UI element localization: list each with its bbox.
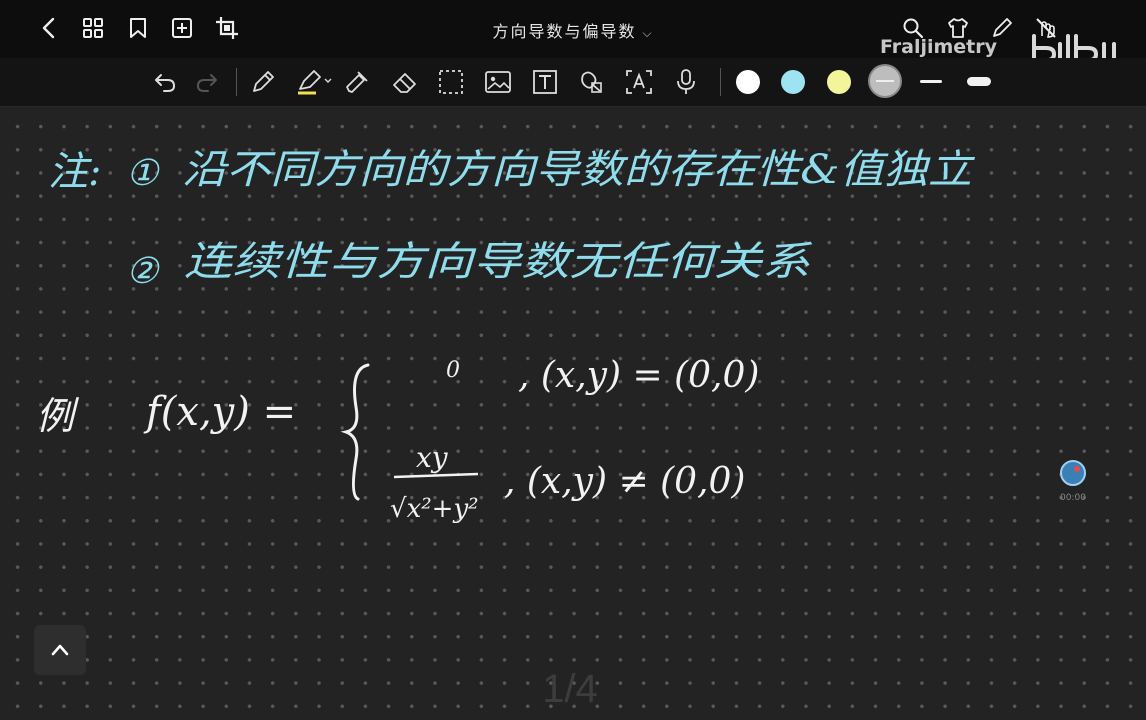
pen-tool-icon[interactable]: [250, 69, 276, 95]
color-swatch-gray-selected[interactable]: [870, 66, 900, 96]
document-title-text: 方向导数与偏导数: [492, 22, 637, 41]
note-num-1: ①: [126, 153, 160, 194]
eraser-tool-icon[interactable]: [391, 69, 419, 95]
chevron-up-icon: [51, 644, 69, 656]
color-swatch-blue[interactable]: [781, 70, 805, 94]
text-recognition-icon[interactable]: [625, 69, 653, 95]
lasso-select-icon[interactable]: [438, 69, 464, 95]
case2-denominator: √x²+y²: [390, 494, 479, 524]
microphone-icon[interactable]: [674, 68, 698, 96]
color-swatch-yellow[interactable]: [827, 70, 851, 94]
example-label: 例: [36, 394, 80, 438]
stroke-width-thick[interactable]: [967, 77, 991, 86]
top-bar: 方向导数与偏导数 ⌵ Fraljimetry: [0, 0, 1146, 62]
highlighter-tool-icon[interactable]: [296, 69, 336, 95]
scroll-up-button[interactable]: [34, 625, 86, 675]
color-swatch-white[interactable]: [736, 70, 760, 94]
marker-tool-icon[interactable]: [344, 69, 370, 95]
handwriting-layer: 注: ① 沿不同方向的方向导数的存在性&值独立 ② 连续性与方向导数无任何关系 …: [36, 147, 975, 524]
redo-icon[interactable]: [194, 70, 220, 94]
case1-condition: , (x,y) = (0,0): [518, 355, 759, 396]
note-label: 注:: [48, 149, 101, 195]
toolbar-divider: [236, 68, 237, 96]
drawing-toolbar: [0, 58, 1146, 107]
note-line-1: 沿不同方向的方向导数的存在性&值独立: [182, 147, 975, 193]
toolbar-divider: [720, 68, 721, 96]
shapes-tool-icon[interactable]: [578, 69, 606, 95]
text-box-icon[interactable]: [532, 69, 558, 95]
note-num-2: ②: [126, 251, 160, 292]
piecewise-brace: [340, 363, 370, 501]
chevron-down-icon: ⌵: [642, 26, 654, 40]
recording-time: 00:00: [1060, 493, 1086, 503]
case2-condition: , (x,y) ≠ (0,0): [504, 461, 745, 502]
note-canvas[interactable]: 注: ① 沿不同方向的方向导数的存在性&值独立 ② 连续性与方向导数无任何关系 …: [0, 107, 1146, 720]
function-def: f(x,y) =: [143, 389, 296, 435]
case2-numerator: xy: [416, 441, 449, 474]
stroke-width-thin[interactable]: [920, 80, 942, 83]
undo-icon[interactable]: [152, 70, 178, 94]
image-insert-icon[interactable]: [484, 69, 512, 95]
fraction-bar: [393, 472, 479, 479]
page-indicator: 1/4: [542, 667, 598, 711]
watermark-channel: Fraljimetry: [880, 36, 998, 58]
note-line-2: 连续性与方向导数无任何关系: [184, 239, 812, 285]
case1-value: 0: [446, 358, 460, 383]
